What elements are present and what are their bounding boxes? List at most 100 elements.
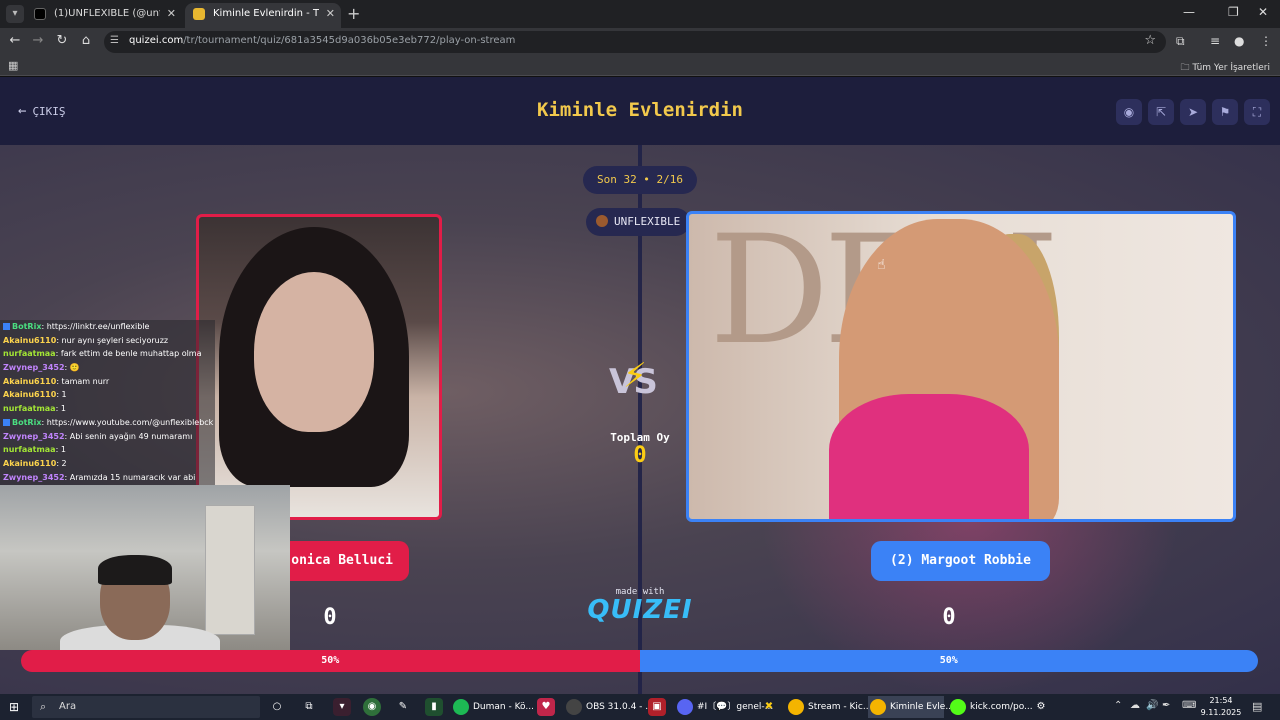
page-title: Kiminle Evlenirdin bbox=[537, 99, 743, 121]
restore-icon[interactable]: ❐ bbox=[1228, 5, 1239, 19]
network-icon[interactable]: ☁ bbox=[1130, 700, 1140, 711]
close-icon[interactable]: ✕ bbox=[326, 3, 335, 25]
pen-icon[interactable]: ✒ bbox=[1162, 700, 1170, 711]
vote-percentage-bar: 50% 50% bbox=[21, 650, 1258, 672]
speaker-icon[interactable]: 🔊 bbox=[1146, 700, 1158, 711]
chat-text: : https://linktr.ee/unflexible bbox=[41, 322, 150, 331]
taskbar-clock[interactable]: 21:54 9.11.2025 bbox=[1200, 695, 1242, 719]
taskbar-app[interactable]: Kiminle Evle... bbox=[868, 696, 954, 718]
taskbar-app-label: kick.com/po... bbox=[970, 702, 1033, 712]
tab-title: Kiminle Evlenirdin - Tier List, Ki bbox=[213, 8, 319, 19]
tray-chevron-icon[interactable]: ⌃ bbox=[1114, 700, 1122, 711]
home-icon[interactable]: ⌂ bbox=[77, 33, 95, 48]
all-bookmarks-folder[interactable]: 🗀 Tüm Yer İşaretleri bbox=[1180, 60, 1270, 76]
close-icon[interactable]: ✕ bbox=[167, 3, 176, 25]
chat-text: : tamam nurr bbox=[56, 376, 110, 386]
url-text: quizei.com/tr/tournament/quiz/681a3545d9… bbox=[129, 35, 515, 46]
app-icon[interactable]: ♥ bbox=[537, 698, 555, 716]
settings-icon[interactable]: ⚙ bbox=[1032, 698, 1050, 716]
obs-icon bbox=[566, 699, 582, 715]
menu-icon[interactable]: ⋮ bbox=[1260, 34, 1272, 48]
taskbar-app[interactable]: #Ⅰ〔💬〕genel-... bbox=[675, 696, 773, 718]
windows-taskbar: ⊞ ⌕ Ara ○ ⧉ ▾ ◉ ✎ ▮ Duman - Kö... OBS 31.… bbox=[0, 694, 1280, 720]
taskbar-app-label: Duman - Kö... bbox=[473, 702, 534, 712]
chrome-icon[interactable]: ◉ bbox=[363, 698, 381, 716]
round-indicator: Son 32 • 2/16 bbox=[583, 166, 697, 194]
chat-username: Zwynep_3452 bbox=[3, 431, 65, 441]
chat-text: : 2 bbox=[56, 458, 67, 468]
bookmark-star-icon[interactable]: ☆ bbox=[1144, 33, 1156, 48]
webcam-hair bbox=[98, 555, 172, 585]
chat-username: Akainu6110 bbox=[3, 458, 57, 468]
taskbar-app[interactable]: kick.com/po... bbox=[948, 696, 1033, 718]
left-choice-image[interactable] bbox=[196, 214, 442, 520]
windows-start-icon[interactable]: ⊞ bbox=[9, 700, 19, 714]
chat-username: BotRix bbox=[12, 322, 42, 331]
chat-username: nurfaatmaa bbox=[3, 349, 56, 359]
forward-icon[interactable]: → bbox=[29, 33, 47, 48]
app-icon[interactable]: ▾ bbox=[333, 698, 351, 716]
back-icon[interactable]: ← bbox=[6, 33, 24, 48]
right-percentage-fill: 50% bbox=[639, 650, 1258, 672]
close-window-icon[interactable]: ✕ bbox=[1258, 5, 1268, 19]
url-host: quizei.com bbox=[129, 35, 184, 46]
minimize-icon[interactable]: — bbox=[1183, 5, 1195, 19]
share-icon[interactable]: ⇱ bbox=[1148, 99, 1174, 125]
chat-message: nurfaatmaa: fark ettim de benle muhattap… bbox=[0, 347, 215, 361]
cortana-icon[interactable]: ○ bbox=[268, 698, 286, 716]
keyboard-icon[interactable]: ⌨ bbox=[1182, 700, 1196, 711]
apps-grid-icon[interactable]: ▦ bbox=[8, 59, 18, 72]
app-icon[interactable]: ✖ bbox=[760, 698, 778, 716]
right-choice-image[interactable]: DEN bbox=[686, 211, 1236, 522]
tab-tiktok[interactable]: (1)UNFLEXIBLE (@unflexible) | T ✕ bbox=[26, 3, 182, 28]
clock-time: 21:54 bbox=[1209, 696, 1233, 705]
hand-cursor-icon: ☝ bbox=[877, 257, 886, 273]
app-icon[interactable]: ✎ bbox=[394, 698, 412, 716]
search-placeholder: Ara bbox=[59, 701, 77, 712]
chat-text: : 1 bbox=[56, 390, 67, 400]
tab-quizei[interactable]: Kiminle Evlenirdin - Tier List, Ki ✕ bbox=[185, 3, 341, 28]
streamer-badge: UNFLEXIBLE bbox=[586, 208, 690, 236]
left-percentage-fill: 50% bbox=[21, 650, 640, 672]
flag-icon[interactable]: ⚑ bbox=[1212, 99, 1238, 125]
chat-text: : 🙂 bbox=[64, 363, 80, 373]
app-icon[interactable]: ▣ bbox=[648, 698, 666, 716]
chat-username: Akainu6110 bbox=[3, 390, 57, 400]
taskbar-app[interactable]: Duman - Kö... bbox=[451, 696, 534, 718]
chat-username: nurfaatmaa bbox=[3, 445, 56, 455]
bookmarks-bar: ▦ 🗀 Tüm Yer İşaretleri bbox=[0, 56, 1280, 76]
right-choice-button[interactable]: (2) Margoot Robbie bbox=[871, 541, 1050, 581]
webcam-door bbox=[205, 505, 255, 635]
stream-chat-overlay: BotRix: https://linktr.ee/unflexible Akai… bbox=[0, 320, 215, 485]
chat-message: Akainu6110: nur aynı şeyleri seciyoruzz bbox=[0, 334, 215, 348]
taskbar-app[interactable]: Stream - Kic... bbox=[786, 696, 871, 718]
fullscreen-icon[interactable]: ⛶ bbox=[1244, 99, 1270, 125]
site-info-icon[interactable]: ☰ bbox=[110, 35, 119, 46]
bookmarks-folder-label: Tüm Yer İşaretleri bbox=[1192, 63, 1270, 73]
kick-icon bbox=[950, 699, 966, 715]
discord-icon bbox=[677, 699, 693, 715]
tiktok-icon bbox=[34, 8, 46, 20]
chat-message: Akainu6110: 2 bbox=[0, 457, 215, 471]
reload-icon[interactable]: ↻ bbox=[53, 33, 71, 48]
chat-text: : 1 bbox=[55, 445, 66, 455]
taskbar-app[interactable]: OBS 31.0.4 - ... bbox=[564, 696, 654, 718]
search-icon: ⌕ bbox=[40, 700, 47, 713]
extensions-icon[interactable]: ⧉ bbox=[1176, 34, 1185, 49]
new-tab-button[interactable]: + bbox=[347, 4, 360, 23]
task-view-icon[interactable]: ⧉ bbox=[300, 698, 318, 716]
clock-date: 9.11.2025 bbox=[1200, 708, 1242, 717]
tab-search-button[interactable]: ▾ bbox=[6, 5, 24, 23]
app-icon[interactable]: ▮ bbox=[425, 698, 443, 716]
chat-text: : 1 bbox=[55, 404, 66, 414]
notification-icon[interactable]: ▤ bbox=[1252, 700, 1262, 713]
eye-icon[interactable]: ◉ bbox=[1116, 99, 1142, 125]
media-icon[interactable]: ≡ bbox=[1210, 34, 1220, 48]
address-bar[interactable]: ☰ quizei.com/tr/tournament/quiz/681a3545… bbox=[104, 31, 1166, 53]
profile-icon[interactable]: ● bbox=[1234, 34, 1244, 48]
chat-message: nurfaatmaa: 1 bbox=[0, 443, 215, 457]
send-icon[interactable]: ➤ bbox=[1180, 99, 1206, 125]
chat-username: Zwynep_3452 bbox=[3, 363, 65, 373]
taskbar-search[interactable]: ⌕ Ara bbox=[32, 696, 260, 718]
portrait-face bbox=[254, 272, 374, 432]
